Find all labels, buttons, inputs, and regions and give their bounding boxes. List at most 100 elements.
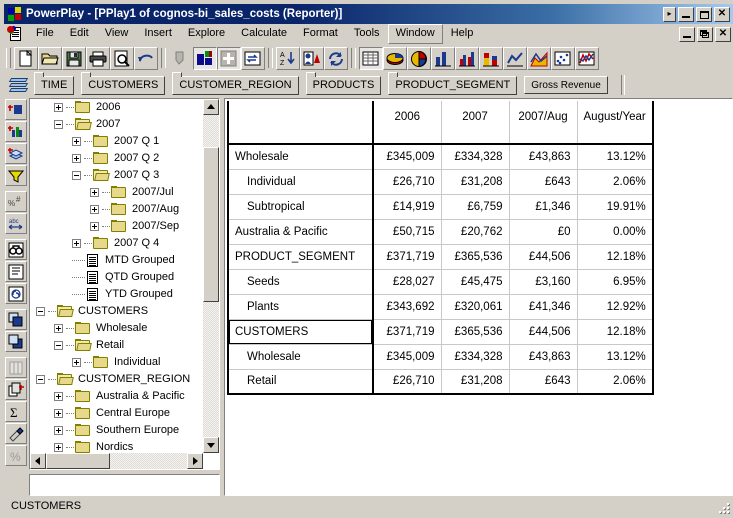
menu-edit[interactable]: Edit xyxy=(62,24,97,44)
tree-node[interactable]: 2007/Jul xyxy=(30,184,203,201)
crosstab-value-cell[interactable]: £1,346 xyxy=(509,194,578,220)
crosstab-value-cell[interactable]: £643 xyxy=(509,169,578,195)
menu-tools[interactable]: Tools xyxy=(346,24,388,44)
refresh-icon[interactable] xyxy=(324,46,348,70)
correlation-chart-icon[interactable] xyxy=(575,46,599,70)
tree-scroll-down-button[interactable] xyxy=(203,437,219,453)
mdi-minimize-button[interactable] xyxy=(679,26,695,42)
autofit-width-icon[interactable]: abc xyxy=(5,213,27,234)
crosstab-row-header[interactable]: PRODUCT_SEGMENT xyxy=(227,244,374,270)
undo-icon[interactable] xyxy=(134,46,158,70)
crosstab-column-header[interactable]: 2007 xyxy=(441,101,510,145)
crosstab-value-cell[interactable]: £43,863 xyxy=(509,344,578,370)
crosstab-value-cell[interactable]: 12.18% xyxy=(577,244,654,270)
swap-rows-columns-icon[interactable] xyxy=(241,46,265,70)
expand-icon[interactable] xyxy=(54,426,63,435)
crosstab-row-header[interactable]: CUSTOMERS xyxy=(227,319,374,345)
crosstab-value-cell[interactable]: £643 xyxy=(509,369,578,395)
crosstab-corner-cell[interactable] xyxy=(227,101,374,145)
crosstab-value-cell[interactable]: 6.95% xyxy=(577,269,654,295)
tree-search-input[interactable] xyxy=(29,474,220,496)
find-binoculars-icon[interactable] xyxy=(5,239,27,260)
print-icon[interactable] xyxy=(86,46,110,70)
crosstab-row-header[interactable]: Retail xyxy=(227,369,374,395)
tree-node[interactable]: Retail xyxy=(30,337,203,354)
crosstab-value-cell[interactable]: 12.18% xyxy=(577,319,654,345)
crosstab-column-header[interactable]: 2006 xyxy=(373,101,442,145)
crosstab-value-cell[interactable]: £28,027 xyxy=(373,269,442,295)
crosstab-row-header[interactable]: Wholesale xyxy=(227,344,374,370)
expand-icon[interactable] xyxy=(90,222,99,231)
add-layer-icon[interactable] xyxy=(5,143,27,164)
tree-node[interactable]: 2007 Q 4 xyxy=(30,235,203,252)
expand-icon[interactable] xyxy=(54,324,63,333)
line-chart-icon[interactable] xyxy=(503,46,527,70)
add-crosstab-icon[interactable] xyxy=(217,46,241,70)
rank-icon[interactable] xyxy=(300,46,324,70)
crosstab-value-cell[interactable]: 19.91% xyxy=(577,194,654,220)
dimension-tab-gross-revenue[interactable]: Gross Revenue xyxy=(524,76,608,94)
pie-chart-icon[interactable] xyxy=(407,46,431,70)
mdi-close-button[interactable]: ✕ xyxy=(715,26,731,42)
tree-node[interactable]: Wholesale xyxy=(30,320,203,337)
percent-rank-icon[interactable]: % # xyxy=(5,191,27,212)
dimension-tab-products[interactable]: PRODUCTS xyxy=(305,71,382,95)
crosstab-value-cell[interactable]: £371,719 xyxy=(373,244,442,270)
pie-chart-3d-icon[interactable] xyxy=(383,46,407,70)
tree-node[interactable]: Australia & Pacific xyxy=(30,388,203,405)
crosstab-value-cell[interactable]: 2.06% xyxy=(577,369,654,395)
sort-az-icon[interactable]: A Z xyxy=(276,46,300,70)
expand-icon[interactable] xyxy=(72,358,81,367)
collapse-icon[interactable] xyxy=(36,375,45,384)
crosstab-row-header[interactable]: Subtropical xyxy=(227,194,374,220)
collapse-icon[interactable] xyxy=(54,341,63,350)
tree-vertical-scrollbar[interactable] xyxy=(203,99,219,453)
maximize-button[interactable] xyxy=(696,6,712,22)
crosstab-row-header[interactable]: Australia & Pacific xyxy=(227,219,374,245)
percent-icon[interactable]: % xyxy=(5,445,27,466)
expand-icon[interactable] xyxy=(54,103,63,112)
dimension-tab-time[interactable]: TIME xyxy=(34,71,75,95)
minimize-button[interactable] xyxy=(678,6,694,22)
crosstab-value-cell[interactable]: £334,328 xyxy=(441,344,510,370)
tree-vscroll-thumb[interactable] xyxy=(203,147,219,302)
tree-node[interactable]: 2007 xyxy=(30,116,203,133)
crosstab-row-header[interactable]: Wholesale xyxy=(227,144,374,170)
crosstab-row-header[interactable]: Individual xyxy=(227,169,374,195)
crosstab-row-header[interactable]: Plants xyxy=(227,294,374,320)
crosstab-value-cell[interactable]: £343,692 xyxy=(373,294,442,320)
crosstab-value-cell[interactable]: £14,919 xyxy=(373,194,442,220)
crosstab-value-cell[interactable]: £45,475 xyxy=(441,269,510,295)
tree-scroll-left-button[interactable] xyxy=(30,453,46,469)
tree-node[interactable]: Individual xyxy=(30,354,203,371)
bar-chart-icon[interactable] xyxy=(431,46,455,70)
tree-node[interactable]: Central Europe xyxy=(30,405,203,422)
crosstab-value-cell[interactable]: £26,710 xyxy=(373,369,442,395)
add-copy-icon[interactable] xyxy=(5,379,27,400)
stacked-bar-chart-icon[interactable] xyxy=(479,46,503,70)
crosstab-value-cell[interactable]: £41,346 xyxy=(509,294,578,320)
explore-chart-icon[interactable] xyxy=(193,46,217,70)
menu-calculate[interactable]: Calculate xyxy=(233,24,295,44)
tree-node[interactable]: 2007/Aug xyxy=(30,201,203,218)
crosstab-value-cell[interactable]: £43,863 xyxy=(509,144,578,170)
clustered-bar-chart-icon[interactable] xyxy=(455,46,479,70)
crosstab-value-cell[interactable]: £345,009 xyxy=(373,144,442,170)
columns-icon[interactable] xyxy=(5,357,27,378)
close-button[interactable]: ✕ xyxy=(714,6,730,22)
mdi-restore-button[interactable] xyxy=(697,26,713,42)
report-properties-icon[interactable] xyxy=(5,261,27,282)
crosstab-value-cell[interactable]: £44,506 xyxy=(509,244,578,270)
collapse-icon[interactable] xyxy=(36,307,45,316)
dimension-tab-product-segment[interactable]: PRODUCT_SEGMENT xyxy=(388,71,518,95)
tree-node[interactable]: 2007 Q 3 xyxy=(30,167,203,184)
crosstab-value-cell[interactable]: 0.00% xyxy=(577,219,654,245)
menu-help[interactable]: Help xyxy=(443,24,482,44)
drill-icon[interactable] xyxy=(169,46,193,70)
crosstab-value-cell[interactable]: £334,328 xyxy=(441,144,510,170)
tree-node[interactable]: 2006 xyxy=(30,99,203,116)
crosstab-column-header[interactable]: August/Year xyxy=(577,101,654,145)
document-icon[interactable] xyxy=(7,26,24,42)
crosstab-value-cell[interactable]: £365,536 xyxy=(441,319,510,345)
crosstab-value-cell[interactable]: £26,710 xyxy=(373,169,442,195)
